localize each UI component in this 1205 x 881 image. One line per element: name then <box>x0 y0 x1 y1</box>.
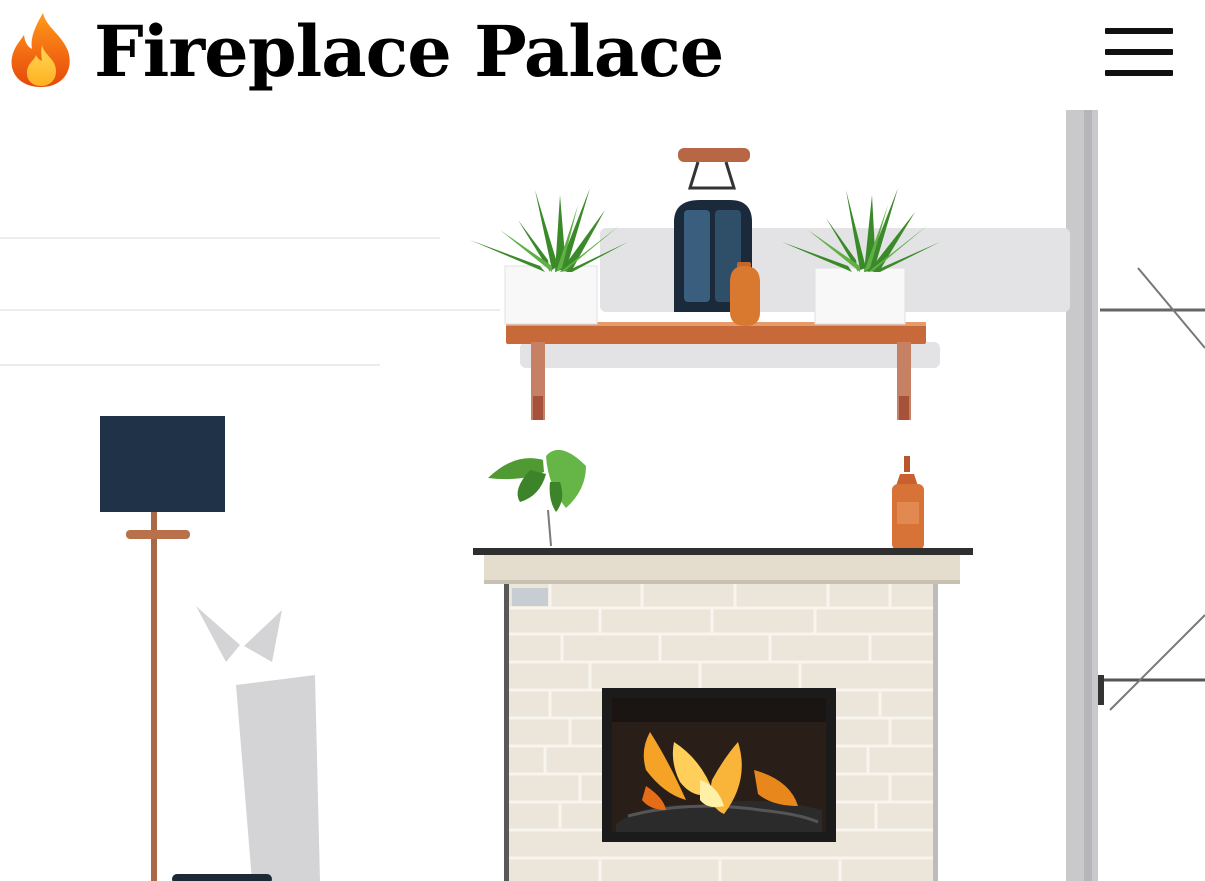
window-frame <box>1066 110 1205 881</box>
lamp-shadow <box>196 606 320 881</box>
home-logo-link[interactable]: Fireplace Palace <box>6 8 724 96</box>
mantel <box>473 548 973 584</box>
shelf-shadow <box>520 228 1070 368</box>
wall-shelf <box>506 322 926 420</box>
menu-button[interactable] <box>1098 22 1178 82</box>
small-vase <box>730 262 760 326</box>
hero-image <box>0 110 1205 881</box>
fire-icon <box>6 11 94 93</box>
bottle <box>892 456 924 550</box>
sofa-edge <box>172 874 272 881</box>
site-title: Fireplace Palace <box>94 10 724 93</box>
mantel-plant <box>488 449 586 547</box>
floor-lamp <box>100 416 225 881</box>
firebox <box>602 688 836 842</box>
site-header: Fireplace Palace <box>0 0 1205 105</box>
hamburger-menu-icon <box>1098 28 1178 85</box>
